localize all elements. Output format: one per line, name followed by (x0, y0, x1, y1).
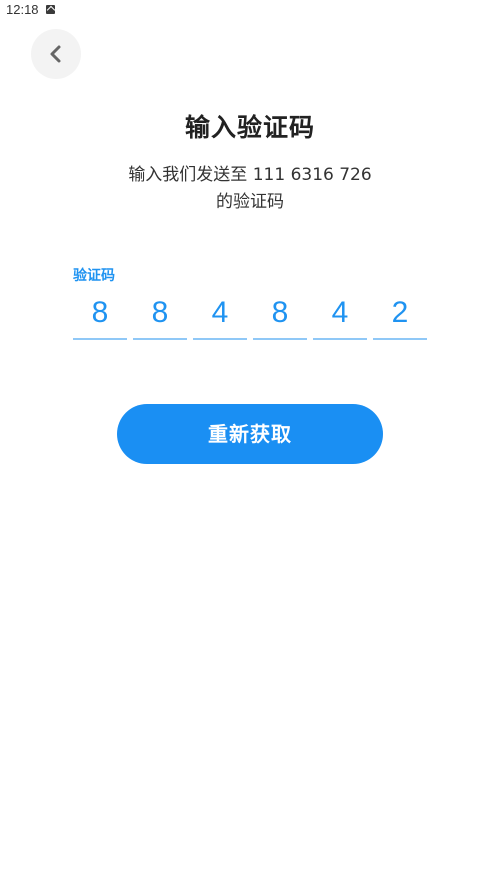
subtitle-line-1: 输入我们发送至 111 6316 726 (128, 165, 372, 185)
code-digit-1[interactable]: 8 (73, 292, 127, 340)
chevron-left-icon (50, 45, 61, 63)
status-time: 12:18 (6, 2, 39, 17)
page-title: 输入验证码 (184, 113, 315, 142)
code-digit-5[interactable]: 4 (313, 292, 367, 340)
code-digit-6[interactable]: 2 (373, 292, 427, 340)
verification-code-input: 8 8 4 8 4 2 (73, 292, 427, 340)
code-digit-2[interactable]: 8 (133, 292, 187, 340)
code-label: 验证码 (73, 268, 115, 284)
subtitle-line-2: 的验证码 (216, 192, 284, 212)
back-button[interactable] (31, 29, 81, 79)
status-bar: 12:18 (0, 0, 500, 22)
code-digit-4[interactable]: 8 (253, 292, 307, 340)
code-digit-3[interactable]: 4 (193, 292, 247, 340)
app-notification-icon (46, 5, 55, 14)
resend-code-button[interactable]: 重新获取 (117, 404, 383, 464)
